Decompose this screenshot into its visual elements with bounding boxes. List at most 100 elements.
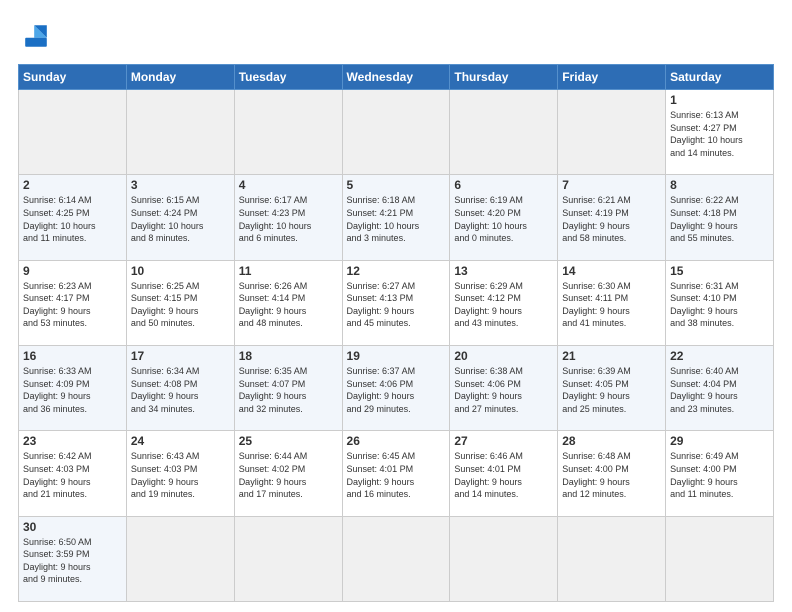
day-number: 24 <box>131 434 230 448</box>
day-number: 13 <box>454 264 553 278</box>
calendar-cell-25: 20 Sunrise: 6:38 AMSunset: 4:06 PMDayligh… <box>450 345 558 430</box>
calendar-cell-32: 27Sunrise: 6:46 AMSunset: 4:01 PMDayligh… <box>450 431 558 516</box>
calendar-cell-28: 23Sunrise: 6:42 AMSunset: 4:03 PMDayligh… <box>19 431 127 516</box>
day-number: 7 <box>562 178 661 192</box>
calendar-cell-41 <box>666 516 774 601</box>
day-number: 15 <box>670 264 769 278</box>
day-number: 6 <box>454 178 553 192</box>
calendar-row-3: 16 Sunrise: 6:33 AMSunset: 4:09 PMDayligh… <box>19 345 774 430</box>
calendar-cell-15: 10Sunrise: 6:25 AMSunset: 4:15 PMDayligh… <box>126 260 234 345</box>
weekday-header-tuesday: Tuesday <box>234 65 342 90</box>
day-number: 5 <box>347 178 446 192</box>
calendar-cell-10: 5 Sunrise: 6:18 AMSunset: 4:21 PMDaylight… <box>342 175 450 260</box>
weekday-header-wednesday: Wednesday <box>342 65 450 90</box>
calendar-cell-27: 22Sunrise: 6:40 AMSunset: 4:04 PMDayligh… <box>666 345 774 430</box>
calendar-cell-2 <box>234 90 342 175</box>
day-number: 16 <box>23 349 122 363</box>
day-number: 20 <box>454 349 553 363</box>
calendar-cell-31: 26 Sunrise: 6:45 AMSunset: 4:01 PMDayligh… <box>342 431 450 516</box>
day-number: 17 <box>131 349 230 363</box>
logo-icon <box>18 18 54 54</box>
day-number: 9 <box>23 264 122 278</box>
weekday-header-row: SundayMondayTuesdayWednesdayThursdayFrid… <box>19 65 774 90</box>
day-number: 3 <box>131 178 230 192</box>
calendar-cell-30: 25 Sunrise: 6:44 AMSunset: 4:02 PMDayligh… <box>234 431 342 516</box>
day-info: Sunrise: 6:15 AMSunset: 4:24 PMDaylight:… <box>131 194 230 244</box>
calendar-row-2: 9 Sunrise: 6:23 AMSunset: 4:17 PMDaylight… <box>19 260 774 345</box>
day-number: 26 <box>347 434 446 448</box>
day-info: Sunrise: 6:45 AMSunset: 4:01 PMDaylight:… <box>347 450 446 500</box>
day-number: 8 <box>670 178 769 192</box>
calendar-cell-40 <box>558 516 666 601</box>
day-number: 22 <box>670 349 769 363</box>
day-number: 4 <box>239 178 338 192</box>
calendar-cell-29: 24 Sunrise: 6:43 AMSunset: 4:03 PMDayligh… <box>126 431 234 516</box>
day-number: 25 <box>239 434 338 448</box>
day-info: Sunrise: 6:38 AMSunset: 4:06 PMDaylight:… <box>454 365 553 415</box>
calendar-cell-23: 18Sunrise: 6:35 AMSunset: 4:07 PMDayligh… <box>234 345 342 430</box>
calendar-cell-33: 28 Sunrise: 6:48 AMSunset: 4:00 PMDayligh… <box>558 431 666 516</box>
calendar-row-4: 23Sunrise: 6:42 AMSunset: 4:03 PMDayligh… <box>19 431 774 516</box>
calendar-cell-21: 16 Sunrise: 6:33 AMSunset: 4:09 PMDayligh… <box>19 345 127 430</box>
day-info: Sunrise: 6:43 AMSunset: 4:03 PMDaylight:… <box>131 450 230 500</box>
calendar-cell-39 <box>450 516 558 601</box>
calendar-cell-9: 4 Sunrise: 6:17 AMSunset: 4:23 PMDaylight… <box>234 175 342 260</box>
calendar-cell-22: 17 Sunrise: 6:34 AMSunset: 4:08 PMDayligh… <box>126 345 234 430</box>
day-info: Sunrise: 6:31 AMSunset: 4:10 PMDaylight:… <box>670 280 769 330</box>
weekday-header-saturday: Saturday <box>666 65 774 90</box>
day-info: Sunrise: 6:39 AMSunset: 4:05 PMDaylight:… <box>562 365 661 415</box>
day-info: Sunrise: 6:27 AMSunset: 4:13 PMDaylight:… <box>347 280 446 330</box>
header <box>18 18 774 54</box>
day-number: 28 <box>562 434 661 448</box>
day-info: Sunrise: 6:18 AMSunset: 4:21 PMDaylight:… <box>347 194 446 244</box>
calendar-cell-12: 7 Sunrise: 6:21 AMSunset: 4:19 PMDaylight… <box>558 175 666 260</box>
day-info: Sunrise: 6:33 AMSunset: 4:09 PMDaylight:… <box>23 365 122 415</box>
weekday-header-monday: Monday <box>126 65 234 90</box>
day-number: 19 <box>347 349 446 363</box>
calendar-cell-35: 30Sunrise: 6:50 AMSunset: 3:59 PMDayligh… <box>19 516 127 601</box>
calendar-cell-1 <box>126 90 234 175</box>
calendar-cell-13: 8Sunrise: 6:22 AMSunset: 4:18 PMDaylight… <box>666 175 774 260</box>
day-info: Sunrise: 6:19 AMSunset: 4:20 PMDaylight:… <box>454 194 553 244</box>
day-info: Sunrise: 6:50 AMSunset: 3:59 PMDaylight:… <box>23 536 122 586</box>
day-info: Sunrise: 6:30 AMSunset: 4:11 PMDaylight:… <box>562 280 661 330</box>
day-info: Sunrise: 6:17 AMSunset: 4:23 PMDaylight:… <box>239 194 338 244</box>
day-info: Sunrise: 6:48 AMSunset: 4:00 PMDaylight:… <box>562 450 661 500</box>
calendar-row-0: 1Sunrise: 6:13 AMSunset: 4:27 PMDaylight… <box>19 90 774 175</box>
day-info: Sunrise: 6:21 AMSunset: 4:19 PMDaylight:… <box>562 194 661 244</box>
weekday-header-friday: Friday <box>558 65 666 90</box>
day-info: Sunrise: 6:25 AMSunset: 4:15 PMDaylight:… <box>131 280 230 330</box>
day-info: Sunrise: 6:14 AMSunset: 4:25 PMDaylight:… <box>23 194 122 244</box>
calendar-cell-20: 15 Sunrise: 6:31 AMSunset: 4:10 PMDayligh… <box>666 260 774 345</box>
calendar-cell-3 <box>342 90 450 175</box>
day-number: 21 <box>562 349 661 363</box>
day-info: Sunrise: 6:23 AMSunset: 4:17 PMDaylight:… <box>23 280 122 330</box>
day-info: Sunrise: 6:49 AMSunset: 4:00 PMDaylight:… <box>670 450 769 500</box>
day-info: Sunrise: 6:44 AMSunset: 4:02 PMDaylight:… <box>239 450 338 500</box>
calendar-cell-8: 3 Sunrise: 6:15 AMSunset: 4:24 PMDaylight… <box>126 175 234 260</box>
day-info: Sunrise: 6:46 AMSunset: 4:01 PMDaylight:… <box>454 450 553 500</box>
calendar-cell-26: 21 Sunrise: 6:39 AMSunset: 4:05 PMDayligh… <box>558 345 666 430</box>
calendar-cell-14: 9 Sunrise: 6:23 AMSunset: 4:17 PMDaylight… <box>19 260 127 345</box>
day-info: Sunrise: 6:26 AMSunset: 4:14 PMDaylight:… <box>239 280 338 330</box>
day-number: 1 <box>670 93 769 107</box>
calendar-cell-19: 14Sunrise: 6:30 AMSunset: 4:11 PMDayligh… <box>558 260 666 345</box>
calendar-cell-38 <box>342 516 450 601</box>
page: SundayMondayTuesdayWednesdayThursdayFrid… <box>0 0 792 612</box>
day-info: Sunrise: 6:29 AMSunset: 4:12 PMDaylight:… <box>454 280 553 330</box>
calendar-cell-37 <box>234 516 342 601</box>
calendar-cell-24: 19Sunrise: 6:37 AMSunset: 4:06 PMDayligh… <box>342 345 450 430</box>
day-info: Sunrise: 6:34 AMSunset: 4:08 PMDaylight:… <box>131 365 230 415</box>
calendar-cell-4 <box>450 90 558 175</box>
calendar-row-1: 2Sunrise: 6:14 AMSunset: 4:25 PMDaylight… <box>19 175 774 260</box>
calendar-cell-34: 29Sunrise: 6:49 AMSunset: 4:00 PMDayligh… <box>666 431 774 516</box>
logo <box>18 18 60 54</box>
calendar-cell-11: 6 Sunrise: 6:19 AMSunset: 4:20 PMDaylight… <box>450 175 558 260</box>
day-number: 23 <box>23 434 122 448</box>
calendar-cell-36 <box>126 516 234 601</box>
day-number: 11 <box>239 264 338 278</box>
calendar-row-5: 30Sunrise: 6:50 AMSunset: 3:59 PMDayligh… <box>19 516 774 601</box>
day-number: 18 <box>239 349 338 363</box>
calendar-cell-17: 12Sunrise: 6:27 AMSunset: 4:13 PMDayligh… <box>342 260 450 345</box>
weekday-header-sunday: Sunday <box>19 65 127 90</box>
